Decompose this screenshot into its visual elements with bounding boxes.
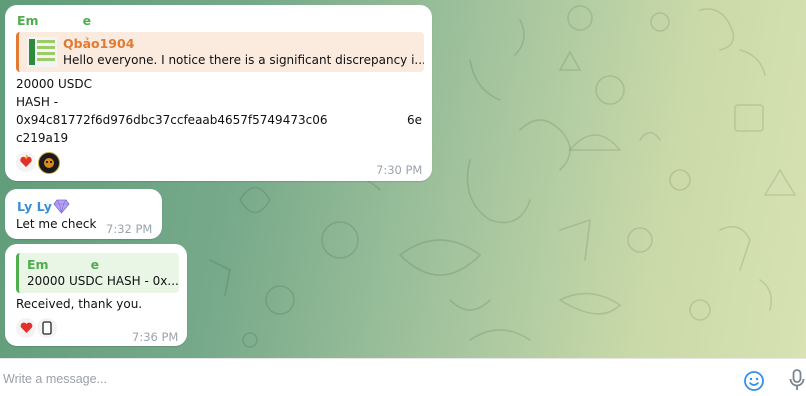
message-line-4: c219a19 — [16, 131, 69, 145]
message-line-3: 0x94c81772f6d976dbc37ccfeaab4657f5749473… — [16, 113, 328, 127]
message-bubble-2[interactable]: Ly Ly Let me check 7:32 PM — [5, 189, 162, 239]
message-input[interactable]: Write a message... — [3, 372, 107, 386]
heart-icon[interactable] — [16, 318, 36, 338]
sender-name[interactable]: Ly Ly — [17, 199, 52, 214]
message-text: Let me check — [16, 217, 97, 231]
message-line-end: 6e — [407, 113, 423, 127]
tiger-sticker-icon[interactable] — [38, 152, 60, 174]
reply-thumbnail — [27, 37, 57, 67]
message-time: 7:32 PM — [106, 222, 153, 236]
redacted-block — [38, 15, 83, 28]
message-line-1: 20000 USDC — [16, 77, 93, 91]
reply-author: Qbảo1904 — [63, 36, 135, 51]
message-line-2: HASH - — [16, 95, 59, 109]
reply-quote[interactable]: Em e 20000 USDC HASH - 0x... — [16, 253, 179, 293]
message-time: 7:30 PM — [376, 163, 423, 177]
reply-quote[interactable]: Qbảo1904 Hello everyone. I notice there … — [16, 32, 424, 72]
message-input-bar: Write a message... — [0, 358, 806, 394]
microphone-icon[interactable] — [787, 368, 806, 396]
smile-icon[interactable] — [743, 370, 765, 396]
reply-text: Hello everyone. I notice there is a sign… — [63, 53, 424, 67]
heart-fire-icon[interactable] — [16, 152, 36, 172]
message-text: Received, thank you. — [16, 297, 143, 311]
sender-name[interactable]: Em e — [17, 13, 91, 28]
redacted-block — [48, 259, 91, 272]
reply-author: Em e — [27, 257, 100, 272]
message-bubble-1[interactable]: Em e Qbảo1904 Hello everyone. I notice th… — [5, 5, 432, 181]
message-time: 7:36 PM — [132, 330, 179, 344]
phone-avatar-icon[interactable] — [37, 318, 57, 338]
reply-text: 20000 USDC HASH - 0x... — [27, 274, 179, 288]
message-bubble-3[interactable]: Em e 20000 USDC HASH - 0x... Received, th… — [5, 244, 187, 346]
